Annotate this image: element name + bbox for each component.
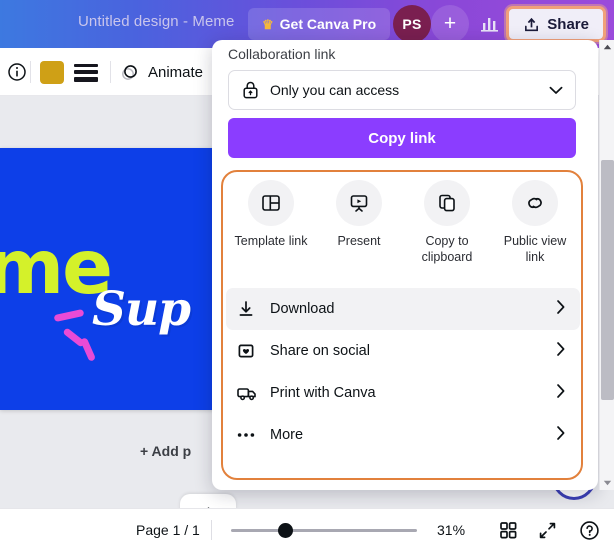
design-canvas-page[interactable]: me Sup (0, 148, 216, 410)
animate-circles-icon (122, 65, 137, 80)
avatar-initials: PS (402, 16, 422, 32)
menu-item-download[interactable]: Download (226, 288, 580, 330)
link-chain-icon (512, 180, 558, 226)
access-level-value: Only you can access (270, 82, 400, 98)
panel-scrollbar[interactable] (599, 40, 614, 490)
copy-icon (424, 180, 470, 226)
get-canva-pro-button[interactable]: ♛ Get Canva Pro (248, 8, 391, 40)
canvas-text-secondary[interactable]: Sup (92, 286, 191, 333)
avatar[interactable]: PS (393, 5, 431, 43)
lock-icon (243, 81, 258, 99)
scroll-down-button[interactable] (600, 476, 614, 490)
zoom-slider-handle[interactable] (278, 523, 293, 538)
line-2 (74, 70, 98, 74)
scroll-up-button[interactable] (600, 40, 614, 54)
bar-chart-icon (481, 18, 498, 32)
bottom-status-bar: Page 1 / 1 31% (0, 508, 614, 550)
status-divider (211, 520, 212, 540)
document-title: Untitled design - Meme (78, 13, 235, 30)
add-collaborator-button[interactable]: + (431, 5, 469, 43)
crown-icon: ♛ (262, 16, 274, 32)
chevron-right-icon (556, 341, 566, 362)
info-icon (8, 63, 26, 81)
color-swatch-button[interactable] (40, 61, 64, 84)
scrollbar-thumb[interactable] (601, 160, 614, 400)
access-level-dropdown[interactable]: Only you can access (228, 70, 576, 110)
get-canva-pro-label: Get Canva Pro (279, 16, 377, 32)
download-icon (236, 299, 262, 319)
quick-actions-row: Template link Present Copy to clipboard … (230, 180, 576, 280)
plus-icon: + (443, 12, 457, 35)
menu-item-label: Print with Canva (270, 385, 376, 401)
quick-action-public-view-link[interactable]: Public view link (494, 180, 576, 280)
question-mark-icon (579, 520, 599, 540)
menu-item-print-with-canva[interactable]: Print with Canva (226, 372, 580, 414)
heart-square-icon (236, 341, 262, 361)
line-3 (74, 77, 98, 82)
decorative-stroke-3 (79, 337, 97, 362)
quick-action-label: Template link (234, 234, 308, 248)
share-button[interactable]: Share (506, 6, 606, 42)
share-button-label: Share (547, 15, 589, 33)
grid-view-icon (500, 522, 517, 539)
scroll-down-arrow-icon (603, 480, 612, 486)
menu-item-label: Download (270, 301, 335, 317)
add-page-button[interactable]: + Add p (140, 443, 191, 459)
upload-share-icon (525, 17, 539, 31)
quick-action-label: Public view link (503, 234, 567, 264)
delivery-truck-icon (236, 383, 262, 403)
zoom-percentage[interactable]: 31% (437, 522, 465, 538)
info-button[interactable] (2, 58, 32, 86)
menu-item-more[interactable]: More (226, 414, 580, 456)
menu-item-share-on-social[interactable]: Share on social (226, 330, 580, 372)
animate-label: Animate (148, 63, 204, 81)
canva-editor-window: Untitled design - Meme ♛ Get Canva Pro P… (0, 0, 614, 550)
chevron-down-icon (549, 86, 563, 94)
share-menu-list: Download Share on social Print with Canv… (226, 288, 580, 456)
quick-action-label: Copy to clipboard (421, 234, 473, 264)
fullscreen-button[interactable] (536, 520, 558, 540)
collaboration-link-label: Collaboration link (228, 46, 336, 62)
template-layout-icon (248, 180, 294, 226)
scroll-up-arrow-icon (603, 44, 612, 50)
help-button[interactable] (578, 520, 600, 540)
chevron-right-icon (556, 425, 566, 446)
menu-item-label: More (270, 427, 304, 443)
animate-button[interactable]: Animate (120, 59, 203, 85)
text-spacing-button[interactable] (74, 61, 98, 83)
grid-view-button[interactable] (497, 520, 519, 540)
page-indicator[interactable]: Page 1 / 1 (136, 522, 200, 538)
insights-button[interactable] (474, 9, 506, 39)
share-panel: Collaboration link Only you can access C… (212, 40, 598, 490)
toolbar-divider-2 (110, 61, 111, 83)
quick-action-template-link[interactable]: Template link (230, 180, 312, 280)
chevron-right-icon (556, 299, 566, 320)
quick-action-present[interactable]: Present (318, 180, 400, 280)
quick-action-label: Present (337, 234, 381, 248)
ellipsis-icon (236, 431, 262, 439)
present-screen-icon (336, 180, 382, 226)
expand-arrows-icon (539, 522, 555, 538)
zoom-slider-track[interactable] (231, 529, 417, 532)
toolbar-divider-1 (30, 61, 31, 83)
chevron-right-icon (556, 383, 566, 404)
menu-item-label: Share on social (270, 343, 370, 359)
copy-link-button[interactable]: Copy link (228, 118, 576, 158)
quick-action-copy-to-clipboard[interactable]: Copy to clipboard (406, 180, 488, 280)
line-1 (74, 64, 98, 67)
